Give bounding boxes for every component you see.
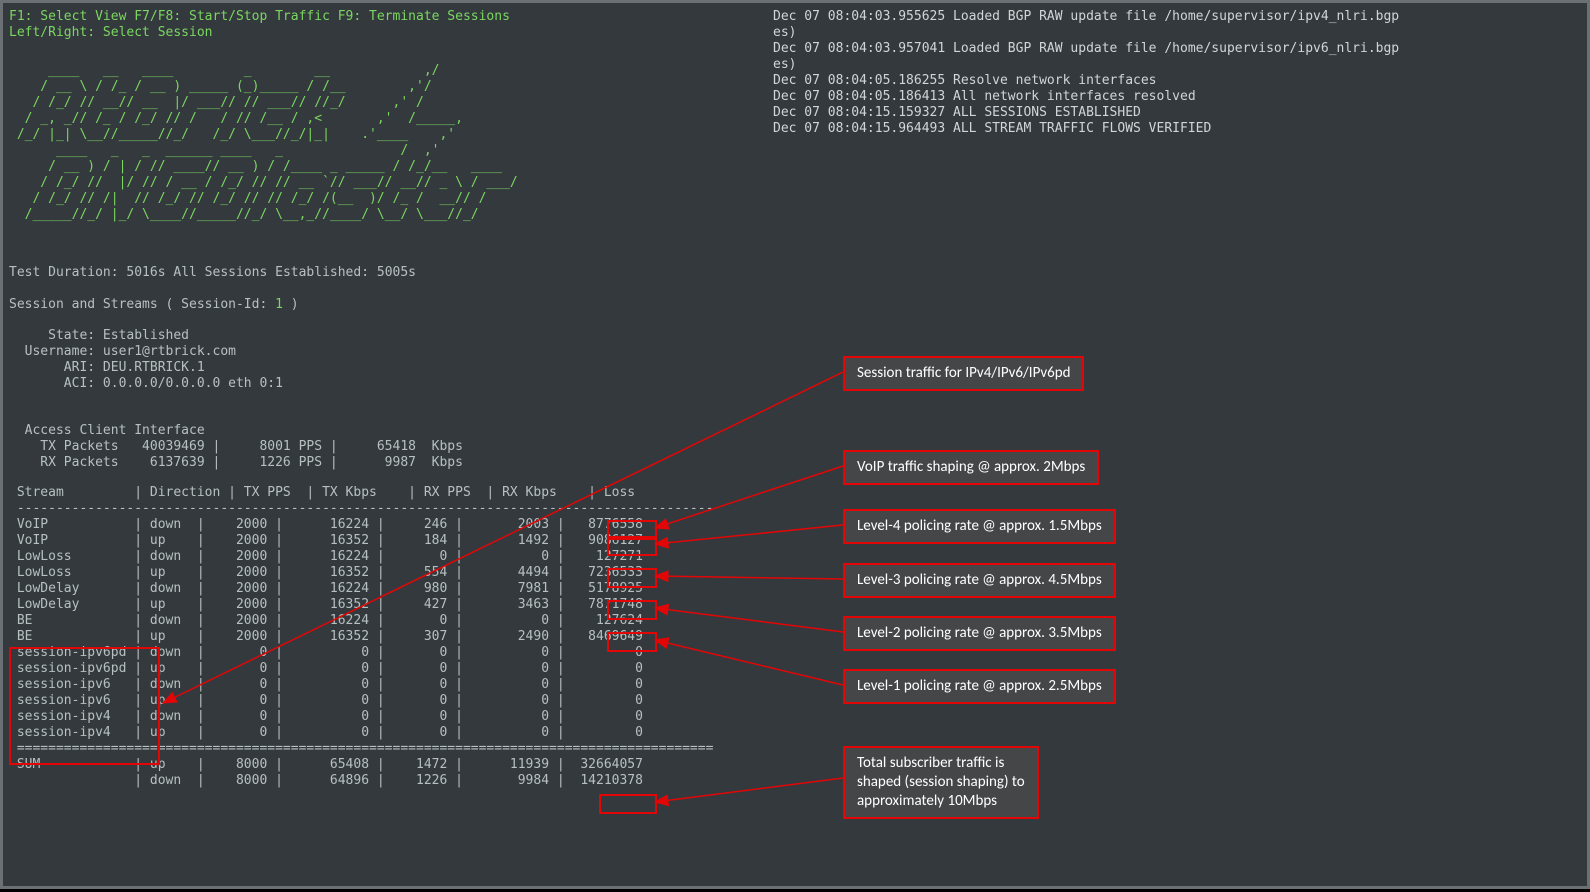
highlight-box-sum-9984 (599, 794, 657, 814)
annotation-level3: Level-3 policing rate @ approx. 4.5Mbps (843, 563, 1116, 598)
highlight-box-rxkbps-3463 (607, 600, 657, 620)
help-line-1: F1: Select View F7/F8: Start/Stop Traffi… (9, 9, 510, 25)
log-output: Dec 07 08:04:03.955625 Loaded BGP RAW up… (773, 9, 1399, 137)
annotation-voip: VoIP traffic shaping @ approx. 2Mbps (843, 450, 1099, 485)
test-duration-value: 5016s (126, 265, 165, 280)
access-client-block: Access Client Interface TX Packets 40039… (9, 423, 463, 471)
sessions-est-label: All Sessions Established: (173, 265, 369, 280)
session-header: Session and Streams ( Session-Id: 1 ) (9, 297, 299, 313)
annotation-session-traffic: Session traffic for IPv4/IPv6/IPv6pd (843, 356, 1084, 391)
terminal-window: F1: Select View F7/F8: Start/Stop Traffi… (0, 0, 1590, 889)
duration-line: Test Duration: 5016s All Sessions Establ… (9, 265, 416, 281)
annotation-level1: Level-1 policing rate @ approx. 2.5Mbps (843, 669, 1116, 704)
highlight-box-rxkbps-1492 (607, 536, 657, 556)
highlight-box-session-streams (9, 647, 160, 765)
annotation-total: Total subscriber traffic is shaped (sess… (843, 746, 1039, 819)
annotation-level2: Level-2 policing rate @ approx. 3.5Mbps (843, 616, 1116, 651)
highlight-box-rxkbps-4494 (607, 568, 657, 588)
session-header-prefix: Session and Streams ( Session-Id: (9, 297, 267, 312)
highlight-box-rxkbps-2490 (607, 632, 657, 652)
annotation-level4: Level-4 policing rate @ approx. 1.5Mbps (843, 509, 1116, 544)
session-id-value: 1 (275, 297, 283, 312)
session-state-block: State: Established Username: user1@rtbri… (9, 328, 283, 392)
sessions-est-value: 5005s (377, 265, 416, 280)
test-duration-label: Test Duration: (9, 265, 119, 280)
help-line-2: Left/Right: Select Session (9, 25, 213, 41)
session-header-suffix: ) (291, 297, 299, 312)
ascii-logo: ____ __ ____ _ __ ,/ / __ \ / /_ / __ ) … (9, 63, 518, 223)
